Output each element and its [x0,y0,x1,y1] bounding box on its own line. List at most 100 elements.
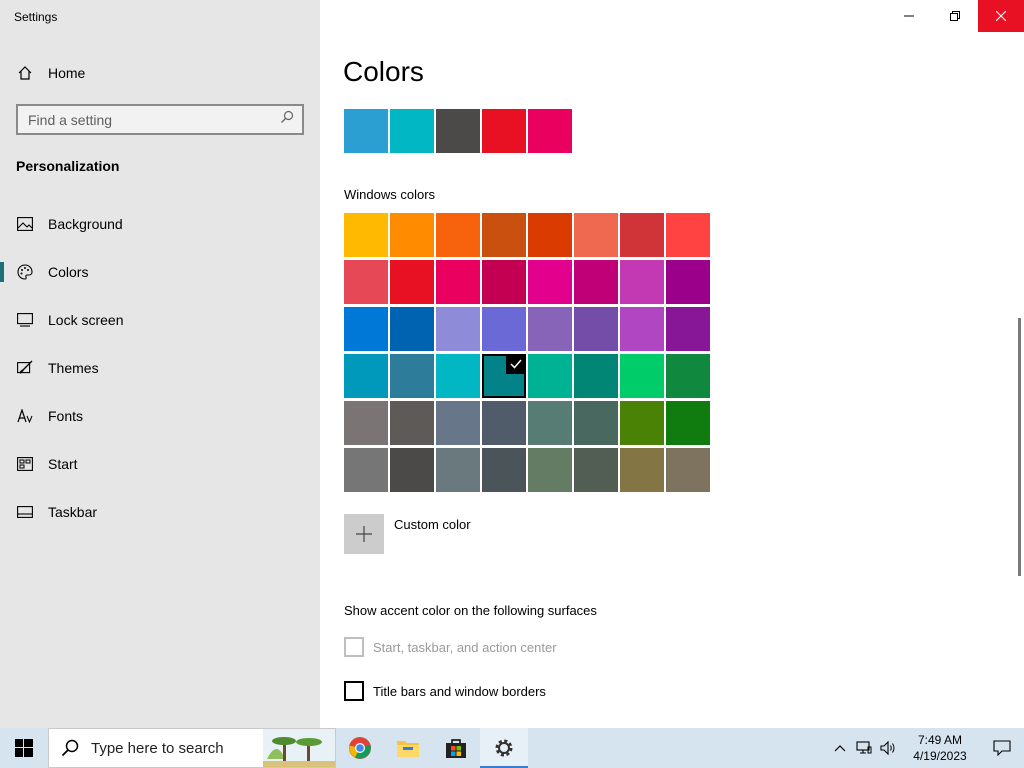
search-icon[interactable] [280,110,294,129]
windows-color-swatch[interactable] [574,260,618,304]
windows-color-swatch[interactable] [482,401,526,445]
find-setting-input[interactable] [28,111,280,128]
minimize-icon [904,15,914,17]
show-hidden-icons-button[interactable] [828,728,852,768]
windows-color-swatch[interactable] [344,260,388,304]
store-icon [446,739,466,758]
windows-color-swatch[interactable] [574,401,618,445]
windows-color-swatch[interactable] [528,307,572,351]
sidebar-item-lock-screen[interactable]: Lock screen [0,296,320,344]
sidebar-item-label: Start [48,456,78,472]
start-taskbar-checkbox[interactable] [344,637,364,657]
taskbar-clock[interactable]: 7:49 AM 4/19/2023 [900,732,980,764]
title-bars-checkbox-row[interactable]: Title bars and window borders [344,681,546,701]
minimize-button[interactable] [886,0,932,32]
windows-color-swatch[interactable] [436,354,480,398]
windows-color-swatch[interactable] [482,260,526,304]
windows-color-swatch[interactable] [528,213,572,257]
windows-color-swatch[interactable] [666,213,710,257]
windows-color-swatch[interactable] [620,448,664,492]
windows-color-swatch[interactable] [528,260,572,304]
windows-color-swatch[interactable] [390,213,434,257]
windows-color-swatch[interactable] [666,354,710,398]
windows-color-swatch[interactable] [436,307,480,351]
windows-color-swatch[interactable] [528,448,572,492]
folder-icon [397,741,419,757]
windows-color-swatch-selected[interactable] [482,354,526,398]
windows-color-swatch[interactable] [482,448,526,492]
windows-colors-grid [344,213,710,492]
recent-color-swatch[interactable] [482,109,526,153]
sidebar-item-themes[interactable]: Themes [0,344,320,392]
windows-color-swatch[interactable] [528,401,572,445]
recent-color-swatch[interactable] [528,109,572,153]
action-center-button[interactable] [980,728,1024,768]
windows-color-swatch[interactable] [620,213,664,257]
windows-color-swatch[interactable] [620,401,664,445]
windows-color-swatch[interactable] [344,354,388,398]
volume-button[interactable] [876,728,900,768]
sidebar-item-colors[interactable]: Colors [0,248,320,296]
taskbar-search-box[interactable] [48,728,336,768]
windows-color-swatch[interactable] [620,354,664,398]
windows-color-swatch[interactable] [436,213,480,257]
settings-taskbar-button[interactable] [480,728,528,768]
windows-color-swatch[interactable] [390,354,434,398]
windows-color-swatch[interactable] [574,213,618,257]
sidebar-item-fonts[interactable]: Fonts [0,392,320,440]
start-button[interactable] [0,728,48,768]
windows-color-swatch[interactable] [390,401,434,445]
windows-color-swatch[interactable] [436,401,480,445]
restore-icon [950,11,960,21]
windows-color-swatch[interactable] [482,307,526,351]
windows-color-swatch[interactable] [390,260,434,304]
title-bars-checkbox[interactable] [344,681,364,701]
sidebar-item-background[interactable]: Background [0,200,320,248]
palette-icon [16,263,34,281]
plus-icon [344,514,384,554]
scrollbar-thumb[interactable] [1018,318,1021,576]
windows-color-swatch[interactable] [666,448,710,492]
taskbar-search-input[interactable] [91,739,241,757]
windows-color-swatch[interactable] [574,354,618,398]
windows-color-swatch[interactable] [528,354,572,398]
windows-color-swatch[interactable] [574,307,618,351]
windows-color-swatch[interactable] [666,401,710,445]
windows-color-swatch[interactable] [344,307,388,351]
windows-color-swatch[interactable] [620,260,664,304]
windows-color-swatch[interactable] [620,307,664,351]
restore-button[interactable] [932,0,978,32]
windows-color-swatch[interactable] [666,307,710,351]
find-setting-search-box[interactable] [16,104,304,135]
windows-color-swatch[interactable] [436,260,480,304]
sidebar-item-start[interactable]: Start [0,440,320,488]
sidebar-item-label: Colors [48,264,89,280]
windows-color-swatch[interactable] [344,213,388,257]
windows-color-swatch[interactable] [482,213,526,257]
microsoft-store-taskbar-button[interactable] [432,728,480,768]
settings-sidebar: Settings Home Personalization Background… [0,0,320,728]
custom-color-button[interactable]: Custom color [344,514,471,554]
recent-color-swatch[interactable] [436,109,480,153]
themes-icon [16,359,34,377]
windows-color-swatch[interactable] [344,448,388,492]
windows-color-swatch[interactable] [390,307,434,351]
accent-surfaces-label: Show accent color on the following surfa… [344,603,597,618]
checkbox-label: Start, taskbar, and action center [373,639,557,655]
home-label: Home [48,65,86,81]
start-taskbar-checkbox-row[interactable]: Start, taskbar, and action center [344,637,557,657]
home-nav-item[interactable]: Home [16,62,85,84]
clock-time: 7:49 AM [917,733,963,747]
windows-color-swatch[interactable] [574,448,618,492]
recent-color-swatch[interactable] [344,109,388,153]
chrome-taskbar-button[interactable] [336,728,384,768]
network-button[interactable] [852,728,876,768]
recent-color-swatch[interactable] [390,109,434,153]
windows-color-swatch[interactable] [344,401,388,445]
windows-color-swatch[interactable] [666,260,710,304]
close-button[interactable] [978,0,1024,32]
sidebar-item-taskbar[interactable]: Taskbar [0,488,320,536]
windows-color-swatch[interactable] [390,448,434,492]
windows-color-swatch[interactable] [436,448,480,492]
file-explorer-taskbar-button[interactable] [384,728,432,768]
